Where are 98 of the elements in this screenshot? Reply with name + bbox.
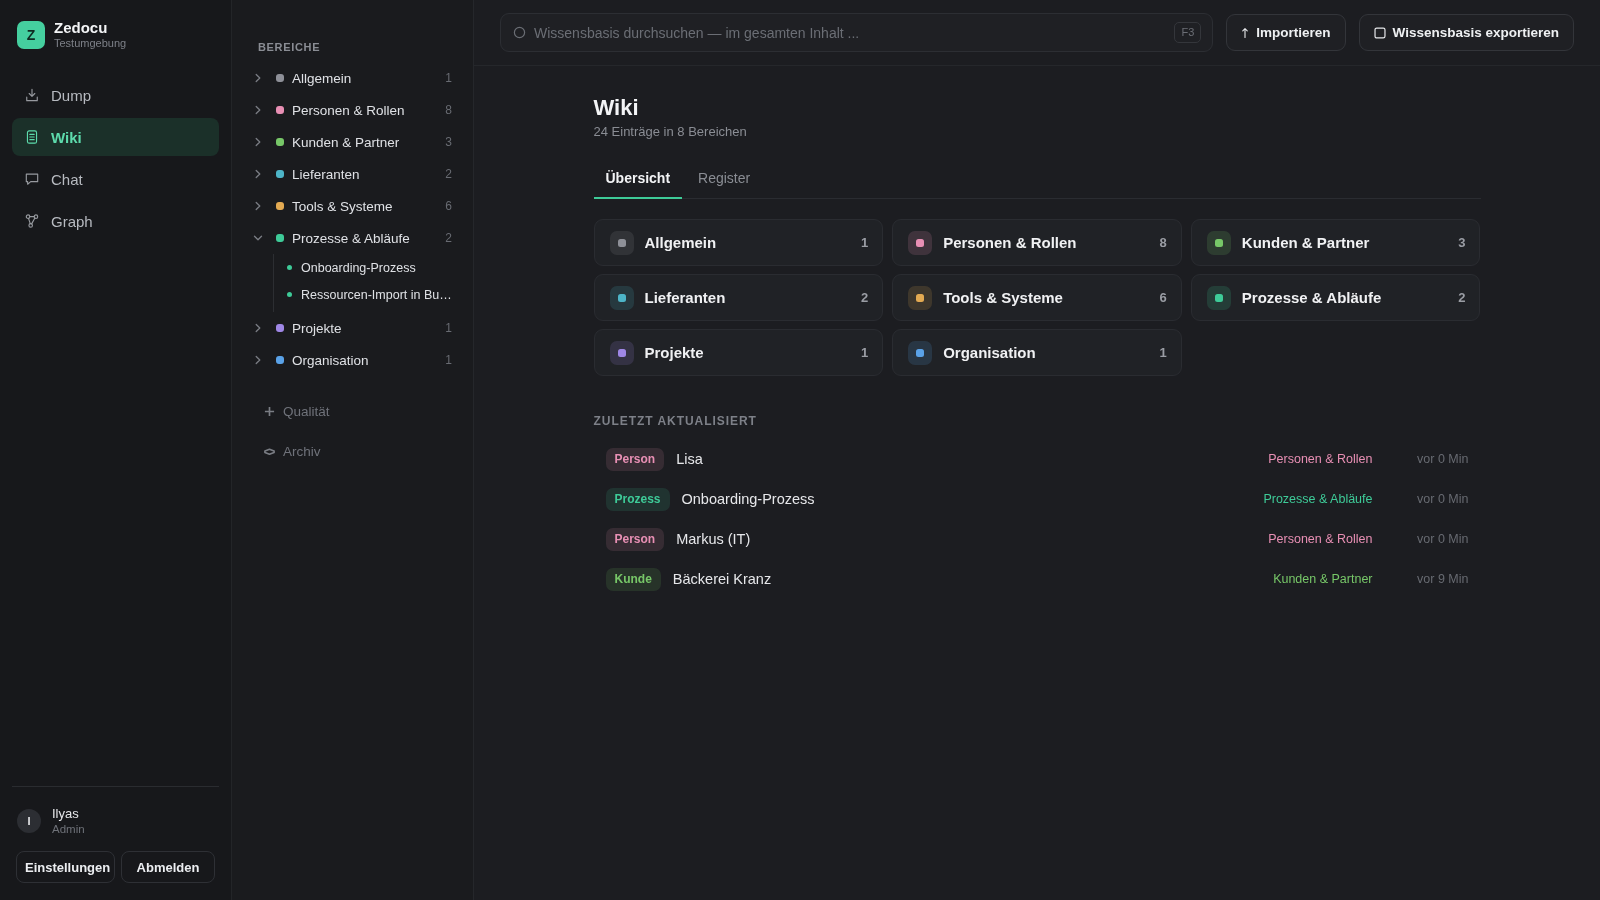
chevron-icon[interactable] [253,233,263,243]
environment-label: Testumgebung [54,36,127,50]
entry-count: 1 [860,345,869,360]
area-item[interactable]: Personen & Rollen 8 [245,94,460,126]
area-item[interactable]: Prozesse & Abläufe 2 [245,222,460,254]
color-swatch-icon [609,230,634,255]
user-name: Ilyas [52,805,80,822]
settings-button[interactable]: Einstellungen [16,851,115,883]
nav-item[interactable]: Graph [12,202,219,240]
download-icon [25,88,39,102]
type-tag: Kunde [605,567,661,591]
type-tag: Prozess [605,487,670,511]
chevron-icon[interactable] [253,201,263,211]
import-button[interactable]: Importieren [1226,14,1346,51]
entry-title[interactable]: Onboarding-Prozess [681,491,815,507]
shortcut-key: F3 [1174,22,1202,43]
entry-count: 6 [445,199,452,213]
entry-count: 3 [445,135,452,149]
entry-count: 1 [445,321,452,335]
document-icon [25,130,39,144]
entry-item[interactable]: Onboarding-Prozess [274,254,460,281]
sidebar-link[interactable]: Qualität [245,395,460,427]
arrow-up-icon [1241,26,1250,39]
user-role: Admin [52,822,85,837]
area-item[interactable]: Kunden & Partner 3 [245,126,460,158]
entry-count: 2 [860,290,869,305]
area-item[interactable]: Lieferanten 2 [245,158,460,190]
color-swatch-icon [908,340,933,365]
plus-icon [264,405,275,417]
entry-count: 1 [860,235,869,250]
entry-title[interactable]: Lisa [676,451,703,467]
area-item[interactable]: Organisation 1 [245,344,460,376]
entry-count: 6 [1159,290,1167,305]
export-button[interactable]: Wissensbasis exportieren [1358,14,1574,51]
entry-title[interactable]: Bäckerei Kranz [672,571,772,587]
page-subtitle: 24 Einträge in 8 Bereichen [593,124,748,140]
entry-count: 2 [445,167,452,181]
color-swatch-icon [908,230,933,255]
tray-icon [264,445,275,457]
area-label: Kunden & Partner [1273,572,1373,586]
color-swatch-icon [908,285,933,310]
app-logo: Z [17,20,45,49]
area-card[interactable]: Lieferanten 2 [593,274,884,321]
entry-count: 1 [1159,345,1167,360]
sidebar-link[interactable]: Archiv [245,435,460,467]
entry-count: 2 [445,231,452,245]
area-item[interactable]: Projekte 1 [245,312,460,344]
type-tag: Person [605,447,665,471]
user-avatar: I [17,809,41,833]
entry-count: 2 [1458,290,1466,305]
timestamp: vor 0 Min [1416,452,1469,466]
area-card[interactable]: Kunden & Partner 3 [1190,219,1481,266]
area-card[interactable]: Tools & Systeme 6 [892,274,1182,321]
area-card[interactable]: Prozesse & Abläufe 2 [1190,274,1481,321]
app-name: Zedocu [54,19,109,36]
entry-count: 8 [1159,235,1167,250]
timestamp: vor 0 Min [1416,532,1469,546]
area-card[interactable]: Personen & Rollen 8 [892,219,1182,266]
entry-count: 3 [1458,235,1466,250]
chat-bubble-icon [25,172,39,186]
area-card[interactable]: Organisation 1 [892,329,1182,376]
section-heading: ZULETZT AKTUALISIERT [593,415,758,428]
nav-item[interactable]: Wiki [12,118,219,156]
chevron-icon[interactable] [253,323,263,333]
area-card[interactable]: Projekte 1 [593,329,884,376]
color-swatch-icon [1206,285,1231,310]
entry-count: 1 [445,71,452,85]
timestamp: vor 9 Min [1416,572,1469,586]
nav-item[interactable]: Chat [12,160,219,198]
page-title: Wiki [593,94,640,122]
area-label: Personen & Rollen [1268,532,1373,546]
circle-icon [513,26,526,39]
square-icon [1373,26,1386,39]
nav-item[interactable]: Dump [12,76,219,114]
tab[interactable]: Übersicht [593,159,683,199]
area-item[interactable]: Tools & Systeme 6 [245,190,460,222]
type-tag: Person [605,527,665,551]
area-item[interactable]: Allgemein 1 [245,62,460,94]
area-label: Personen & Rollen [1268,452,1373,466]
timestamp: vor 0 Min [1416,492,1469,506]
area-card[interactable]: Allgemein 1 [593,219,884,266]
entry-count: 1 [445,353,452,367]
color-swatch-icon [609,340,634,365]
chevron-icon[interactable] [253,73,263,83]
chevron-icon[interactable] [253,169,263,179]
chevron-icon[interactable] [253,355,263,365]
entry-item[interactable]: Ressourcen-Import in Bu… [274,281,460,308]
chevron-icon[interactable] [253,137,263,147]
color-swatch-icon [609,285,634,310]
color-swatch-icon [1206,230,1231,255]
section-heading: BEREICHE [257,41,322,54]
entry-count: 8 [445,103,452,117]
graph-icon [25,214,39,228]
tab[interactable]: Register [686,159,763,199]
logout-button[interactable]: Abmelden [121,851,215,883]
entry-title[interactable]: Markus (IT) [676,531,751,547]
chevron-icon[interactable] [253,105,263,115]
area-label: Prozesse & Abläufe [1263,492,1373,506]
